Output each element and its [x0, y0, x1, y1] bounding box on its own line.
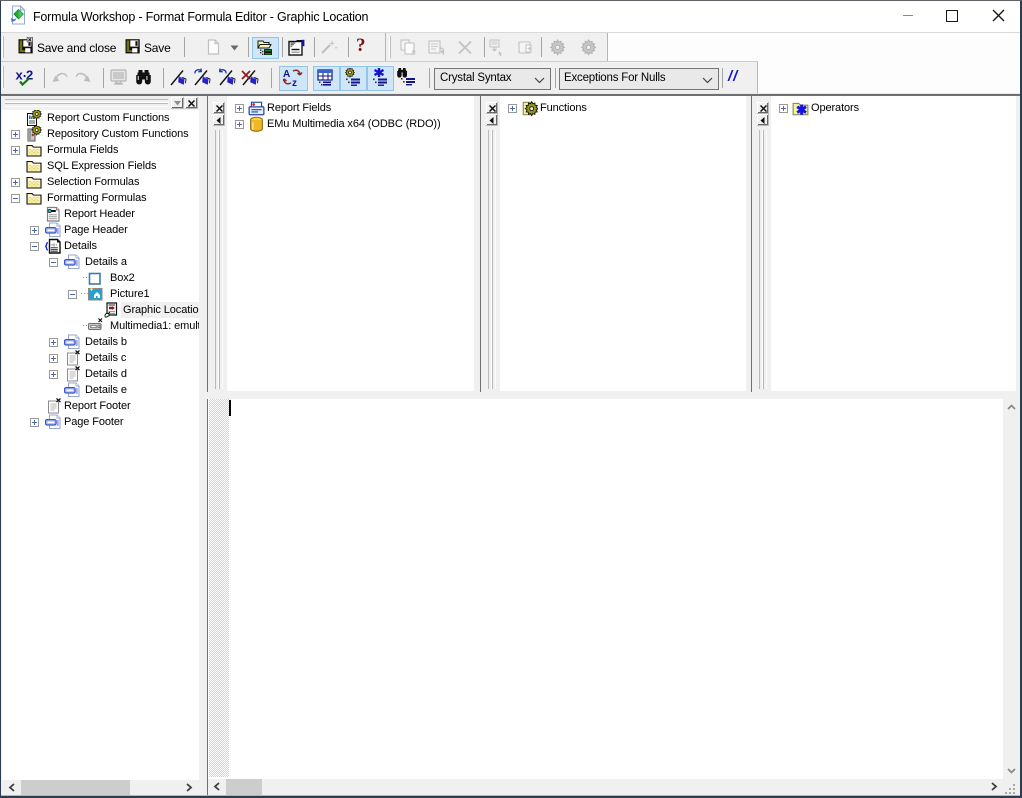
svg-text:A: A: [283, 69, 290, 80]
svg-text:x: x: [16, 68, 24, 83]
svg-text:z: z: [292, 78, 297, 87]
